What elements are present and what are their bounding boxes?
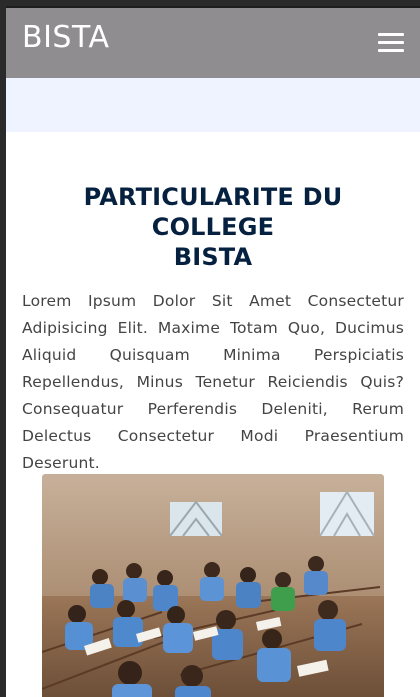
window-right xyxy=(319,490,375,537)
hero-band xyxy=(6,78,420,132)
classroom-photo xyxy=(42,474,384,697)
section-title: PARTICULARITE DU COLLEGE BISTA xyxy=(22,182,404,272)
hamburger-menu-icon[interactable] xyxy=(378,31,404,53)
window-left xyxy=(169,500,223,537)
brand-logo-text[interactable]: BISTA xyxy=(22,21,110,55)
page-frame: BISTA PARTICULARITE DU COLLEGE BISTA Lor… xyxy=(6,6,420,697)
section-paragraph: Lorem Ipsum Dolor Sit Amet Consectetur A… xyxy=(22,292,404,472)
hamburger-line-bottom xyxy=(378,49,404,52)
section-title-line-1: PARTICULARITE DU COLLEGE xyxy=(83,183,343,241)
classroom-image-illustration xyxy=(42,474,384,697)
top-navbar: BISTA xyxy=(6,6,420,78)
hamburger-line-top xyxy=(378,33,404,36)
hamburger-line-middle xyxy=(378,41,404,44)
section-title-line-2: BISTA xyxy=(173,243,253,271)
feature-section: PARTICULARITE DU COLLEGE BISTA Lorem Ips… xyxy=(22,182,404,477)
